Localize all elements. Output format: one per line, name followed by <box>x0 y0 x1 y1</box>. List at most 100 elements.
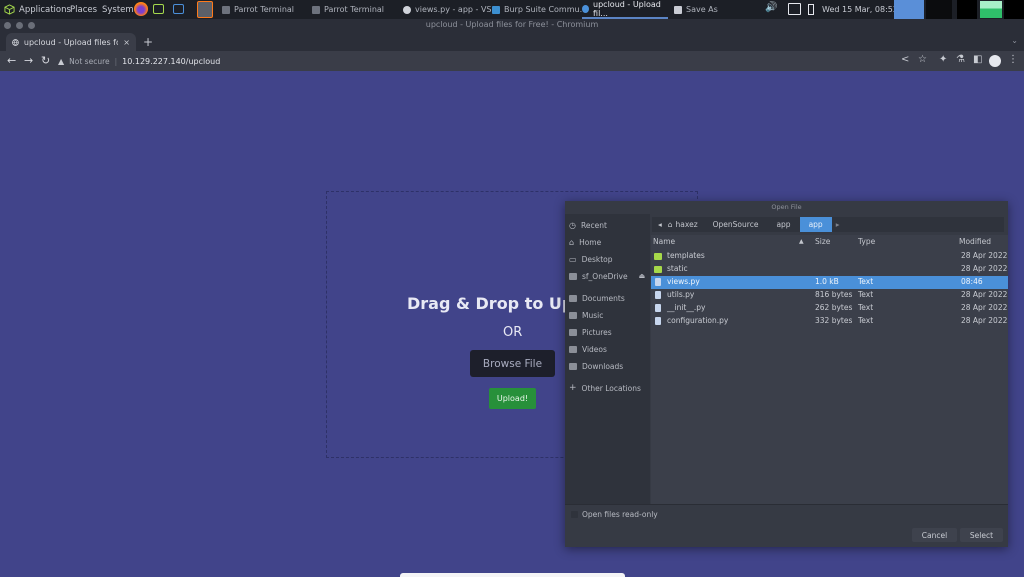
browser-toolbar: ← → ↻ ▲ Not secure | 10.129.227.140/upcl… <box>0 51 1024 71</box>
file-name: views.py <box>667 277 700 286</box>
task-vscode[interactable]: views.py - app - VS... <box>403 0 499 19</box>
clock[interactable]: Wed 15 Mar, 08:52 <box>822 0 898 19</box>
place-sf-onedrive[interactable]: sf_OneDrive ⏏ <box>569 269 645 283</box>
profile-avatar-icon[interactable] <box>989 55 1001 67</box>
place-pictures[interactable]: Pictures <box>569 325 612 339</box>
applications-menu[interactable]: Applications <box>4 0 71 19</box>
file-row-init-py[interactable]: __init__.py 262 bytes Text 28 Apr 2022 <box>651 302 1008 315</box>
places-menu[interactable]: Places <box>70 0 97 19</box>
crumb-opensource[interactable]: OpenSource <box>704 217 768 232</box>
task-chromium[interactable]: upcloud - Upload fil... <box>582 0 668 19</box>
file-size: 816 bytes <box>815 290 853 299</box>
workspace-2[interactable] <box>957 0 977 19</box>
extensions-icon[interactable]: ✦ <box>939 54 947 65</box>
file-row-views-py[interactable]: views.py 1.0 kB Text 08:46 <box>651 276 1008 289</box>
bookmark-star-icon[interactable]: ☆ <box>918 54 927 65</box>
new-tab-button[interactable]: + <box>143 35 153 49</box>
file-name: templates <box>667 251 705 260</box>
side-panel-icon[interactable]: ◧ <box>973 54 982 65</box>
file-size: 262 bytes <box>815 303 853 312</box>
root-terminal-launcher-icon[interactable] <box>173 4 184 14</box>
place-music[interactable]: Music <box>569 308 603 322</box>
place-label: Pictures <box>582 327 612 337</box>
task-label: Burp Suite Commu... <box>504 5 588 14</box>
eject-icon[interactable]: ⏏ <box>639 272 646 280</box>
task-parrot-terminal-2[interactable]: Parrot Terminal <box>312 0 384 19</box>
back-arrow-icon[interactable]: ← <box>7 54 16 67</box>
place-home[interactable]: ⌂ Home <box>569 235 601 249</box>
column-type[interactable]: Type <box>858 237 875 246</box>
clock-icon: ◷ <box>569 220 576 230</box>
cancel-button[interactable]: Cancel <box>912 528 957 542</box>
upload-button[interactable]: Upload! <box>489 388 536 409</box>
cube-icon <box>4 4 15 15</box>
file-row-templates[interactable]: templates 28 Apr 2022 <box>651 250 1008 263</box>
crumb-app-current[interactable]: app <box>799 217 832 232</box>
path-forward-arrow-icon[interactable]: ▸ <box>832 217 844 232</box>
tab-search-chevron-icon[interactable]: ⌄ <box>1011 36 1018 45</box>
place-recent[interactable]: ◷ Recent <box>569 218 607 232</box>
place-videos[interactable]: Videos <box>569 342 607 356</box>
task-label: Parrot Terminal <box>324 5 385 14</box>
read-only-checkbox[interactable] <box>571 511 578 518</box>
burp-icon <box>492 5 500 14</box>
file-row-static[interactable]: static 28 Apr 2022 <box>651 263 1008 276</box>
place-desktop[interactable]: ▭ Desktop <box>569 252 613 266</box>
tab-upcloud[interactable]: upcloud - Upload files for Free! × <box>6 33 136 51</box>
crumb-haxez[interactable]: ⌂ haxez <box>668 217 704 232</box>
sort-ascending-icon[interactable]: ▲ <box>799 238 804 245</box>
battery-icon[interactable] <box>808 4 814 15</box>
reload-icon[interactable]: ↻ <box>41 54 50 67</box>
security-label[interactable]: Not secure <box>69 57 109 66</box>
path-back-arrow-icon[interactable]: ◂ <box>652 217 668 232</box>
file-modified: 28 Apr 2022 <box>961 303 1008 312</box>
column-name[interactable]: Name <box>653 237 675 246</box>
system-menu[interactable]: System <box>102 0 134 19</box>
task-parrot-terminal-1[interactable]: Parrot Terminal <box>222 0 294 19</box>
file-row-configuration-py[interactable]: configuration.py 332 bytes Text 28 Apr 2… <box>651 315 1008 328</box>
url-text[interactable]: 10.129.227.140/upcloud <box>122 57 220 66</box>
menu-kebab-icon[interactable]: ⋮ <box>1008 54 1018 65</box>
place-downloads[interactable]: Downloads <box>569 359 623 373</box>
tab-strip: upcloud - Upload files for Free! × + ⌄ <box>0 33 1024 51</box>
browse-file-button[interactable]: Browse File <box>470 350 555 377</box>
share-icon[interactable]: < <box>901 54 909 65</box>
column-size[interactable]: Size <box>815 237 830 246</box>
drive-icon <box>569 272 577 280</box>
select-button[interactable]: Select <box>960 528 1003 542</box>
task-label: upcloud - Upload fil... <box>593 0 661 18</box>
volume-icon[interactable]: 🔊 <box>765 2 783 17</box>
task-burp-suite[interactable]: Burp Suite Commu... <box>492 0 587 19</box>
read-only-toggle[interactable]: Open files read-only <box>571 510 658 519</box>
close-tab-icon[interactable]: × <box>123 38 130 47</box>
address-bar[interactable]: ▲ Not secure | 10.129.227.140/upcloud <box>58 53 938 69</box>
workspace-switcher-icon[interactable] <box>894 0 924 19</box>
column-modified[interactable]: Modified <box>959 237 991 246</box>
labs-flask-icon[interactable]: ⚗ <box>956 54 965 65</box>
place-documents[interactable]: Documents <box>569 291 625 305</box>
crumb-app-parent[interactable]: app <box>767 217 799 232</box>
places-sidebar: ◷ Recent ⌂ Home ▭ Desktop sf_OneDrive ⏏ Docu… <box>565 214 650 504</box>
place-label: Videos <box>582 344 607 354</box>
burp-launcher-icon[interactable] <box>197 1 213 18</box>
workspace-1[interactable] <box>926 0 952 19</box>
place-label: Recent <box>580 220 607 230</box>
file-row-utils-py[interactable]: utils.py 816 bytes Text 28 Apr 2022 <box>651 289 1008 302</box>
place-other-locations[interactable]: + Other Locations <box>569 381 641 395</box>
text-file-icon <box>655 304 661 312</box>
vscode-icon <box>403 5 411 14</box>
file-type: Text <box>858 290 874 299</box>
workspace-4[interactable] <box>1004 0 1024 19</box>
path-bar: ◂ ⌂ haxez OpenSource app app ▸ <box>652 217 1004 232</box>
task-label: Parrot Terminal <box>234 5 295 14</box>
top-panel: Applications Places System Parrot Termin… <box>0 0 1024 19</box>
terminal-launcher-icon[interactable] <box>153 4 164 14</box>
forward-arrow-icon[interactable]: → <box>24 54 33 67</box>
task-save-as[interactable]: Save As <box>674 0 718 19</box>
workspace-3[interactable] <box>980 1 1002 18</box>
file-list: Name ▲ Size Type Modified templates 28 A… <box>651 235 1008 504</box>
network-icon[interactable] <box>788 3 801 15</box>
file-name: configuration.py <box>667 316 729 325</box>
firefox-launcher-icon[interactable] <box>134 2 148 16</box>
file-modified: 28 Apr 2022 <box>961 316 1008 325</box>
